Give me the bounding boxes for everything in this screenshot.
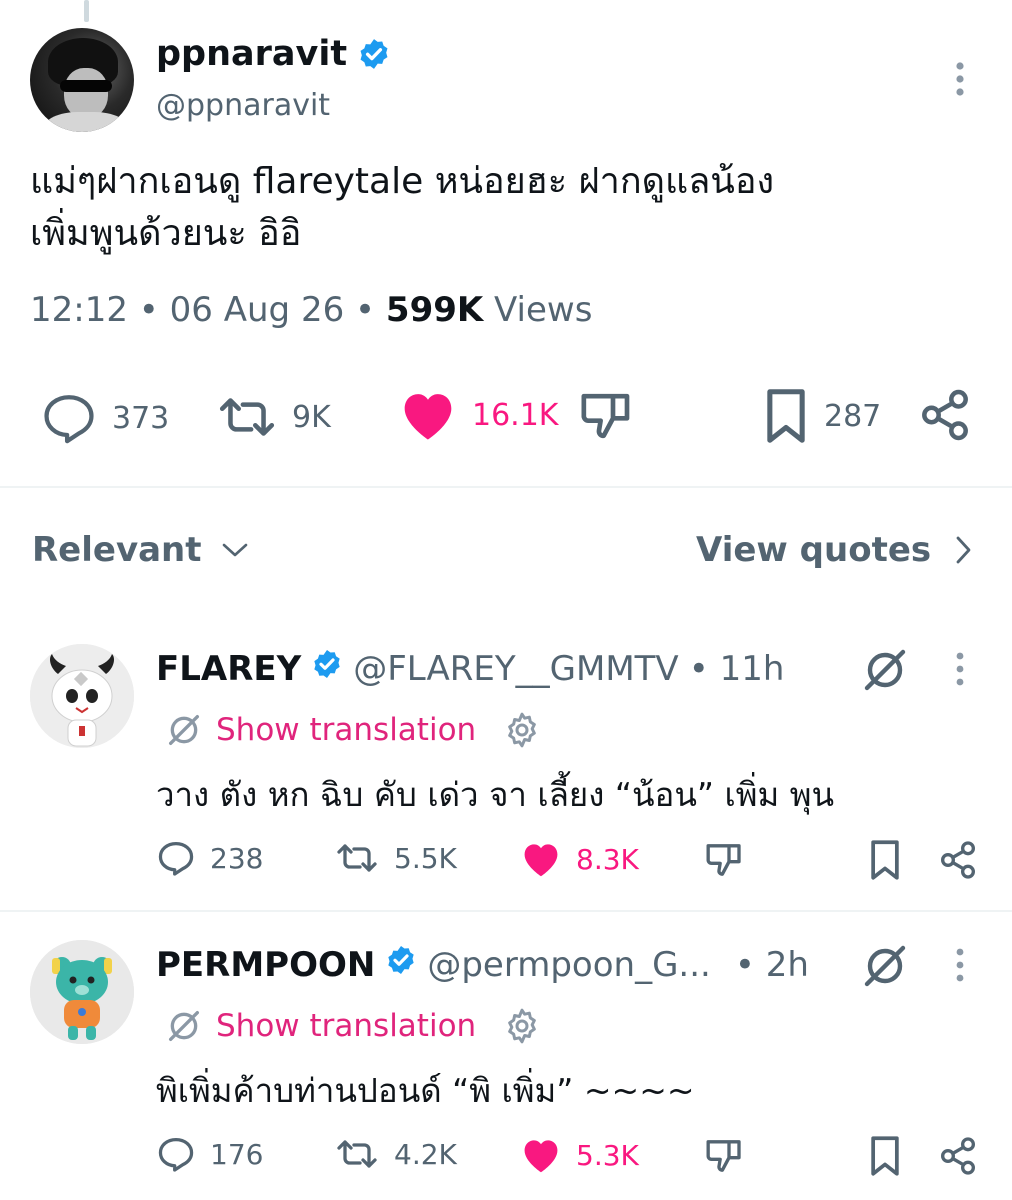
bookmark-button[interactable]	[868, 838, 902, 886]
reply-text: วาง ตัง หก ฉิบ คับ เด่ว จา เลี้ยง “น้อน”…	[156, 775, 835, 814]
share-button[interactable]	[918, 388, 972, 446]
like-button[interactable]: 5.3K	[520, 1136, 639, 1174]
reply-author-name[interactable]: FLAREY	[156, 649, 301, 689]
show-translation-button[interactable]: Show translation	[164, 1006, 476, 1046]
heart-filled-icon	[404, 394, 452, 440]
show-translation-button[interactable]: Show translation	[164, 710, 476, 750]
reply-author-handle[interactable]: @permpoon_G...	[427, 945, 711, 985]
repost-icon	[219, 398, 275, 436]
tweet-text: แม่ๆฝากเอนดู flareytale หน่อยฮะ ฝากดูแลน…	[30, 156, 980, 260]
reply-count: 176	[210, 1137, 264, 1171]
tweet-time[interactable]: 12:12	[30, 290, 128, 330]
reply-header: PERMPOON @permpoon_G... • 2h	[156, 944, 809, 985]
sort-dropdown[interactable]: Relevant	[32, 530, 250, 570]
bookmark-icon	[871, 1136, 899, 1176]
show-translation-label: Show translation	[216, 712, 477, 748]
tweet-metadata: 12:12 • 06 Aug 26 • 599K Views	[30, 290, 592, 330]
repost-button[interactable]: 4.2K	[334, 1136, 457, 1172]
reply-header: FLAREY @FLAREY__GMMTV • 11h	[156, 648, 784, 689]
translation-settings-icon[interactable]	[502, 710, 542, 754]
like-button[interactable]: 8.3K	[520, 840, 639, 878]
repost-icon	[337, 1140, 377, 1168]
translate-icon	[169, 715, 199, 745]
like-count: 8.3K	[576, 842, 639, 876]
bookmark-icon	[871, 840, 899, 880]
reply-button[interactable]: 176	[156, 1136, 263, 1172]
view-quotes-link[interactable]: View quotes	[696, 530, 973, 570]
translate-icon	[169, 1011, 199, 1041]
more-options-icon[interactable]	[948, 60, 972, 104]
bookmark-icon	[767, 389, 805, 443]
repost-count: 4.2K	[394, 1137, 457, 1171]
share-button[interactable]	[938, 1136, 978, 1180]
reply-icon	[158, 1137, 194, 1172]
verified-badge-icon	[311, 648, 343, 689]
reply-button[interactable]: 238	[156, 840, 263, 876]
grok-icon[interactable]	[860, 942, 910, 994]
views-label: Views	[494, 290, 593, 330]
thumbs-down-icon	[706, 1140, 741, 1172]
like-count: 5.3K	[576, 1138, 639, 1172]
repost-button[interactable]: 5.5K	[334, 840, 457, 876]
reply-time[interactable]: • 11h	[689, 649, 785, 689]
heart-filled-icon	[524, 1140, 558, 1173]
chevron-right-icon	[956, 536, 971, 564]
verified-badge-icon	[357, 37, 391, 71]
repost-count: 5.5K	[394, 841, 457, 875]
reply-count: 373	[112, 400, 170, 436]
bookmark-button[interactable]	[868, 1134, 902, 1182]
share-icon	[922, 389, 968, 441]
avatar[interactable]	[30, 940, 134, 1044]
tweet-text-line: แม่ๆฝากเอนดู flareytale หน่อยฮะ ฝากดูแลน…	[30, 161, 775, 202]
bookmark-count: 287	[824, 398, 882, 434]
reply-icon	[158, 841, 194, 876]
reply-count: 238	[210, 841, 264, 875]
dislike-button[interactable]	[578, 388, 634, 448]
tweet-date[interactable]: 06 Aug 26	[170, 290, 345, 330]
divider	[0, 486, 1012, 488]
divider	[0, 910, 1012, 912]
verified-badge-icon	[385, 944, 417, 985]
bookmark-button[interactable]: 287	[762, 386, 881, 446]
reply-author-handle[interactable]: @FLAREY__GMMTV	[353, 649, 678, 689]
repost-count: 9K	[292, 399, 331, 435]
chevron-down-icon	[222, 543, 247, 557]
view-quotes-label: View quotes	[696, 530, 932, 570]
dislike-button[interactable]	[704, 1136, 744, 1180]
reply-button[interactable]: 373	[40, 392, 169, 444]
repost-icon	[337, 844, 377, 872]
share-button[interactable]	[938, 840, 978, 884]
views-count: 599K	[385, 290, 484, 330]
sort-label: Relevant	[32, 530, 202, 570]
reply-time[interactable]: • 2h	[735, 945, 809, 985]
grok-icon[interactable]	[860, 646, 910, 698]
like-count: 16.1K	[472, 397, 559, 433]
heart-filled-icon	[524, 844, 558, 877]
share-icon	[940, 841, 976, 879]
more-options-icon[interactable]	[948, 946, 972, 990]
avatar[interactable]	[30, 644, 134, 748]
share-icon	[940, 1137, 976, 1175]
reply-author-name[interactable]: PERMPOON	[156, 945, 375, 985]
repost-button[interactable]: 9K	[216, 392, 331, 442]
avatar[interactable]	[30, 28, 134, 132]
thumbs-down-icon	[581, 393, 630, 439]
dislike-button[interactable]	[704, 840, 744, 884]
reply-icon	[44, 395, 94, 444]
thumbs-down-icon	[706, 844, 741, 876]
separator-dot: •	[138, 290, 170, 330]
author-display-name[interactable]: ppnaravit	[156, 34, 347, 74]
show-translation-label: Show translation	[216, 1008, 477, 1044]
author-handle[interactable]: @ppnaravit	[156, 88, 330, 123]
thread-connector-line	[84, 0, 89, 22]
like-button[interactable]: 16.1K	[398, 388, 558, 442]
separator-dot: •	[355, 290, 386, 330]
tweet-text-line: เพิ่มพูนด้วยนะ อิอิ	[30, 213, 302, 254]
author-name-row[interactable]: ppnaravit	[156, 34, 391, 74]
reply-text: พิเพิ่มค้าบท่านปอนด์ “พิ เพิ่ม” ~~~~	[156, 1071, 695, 1110]
translation-settings-icon[interactable]	[502, 1006, 542, 1050]
more-options-icon[interactable]	[948, 650, 972, 694]
